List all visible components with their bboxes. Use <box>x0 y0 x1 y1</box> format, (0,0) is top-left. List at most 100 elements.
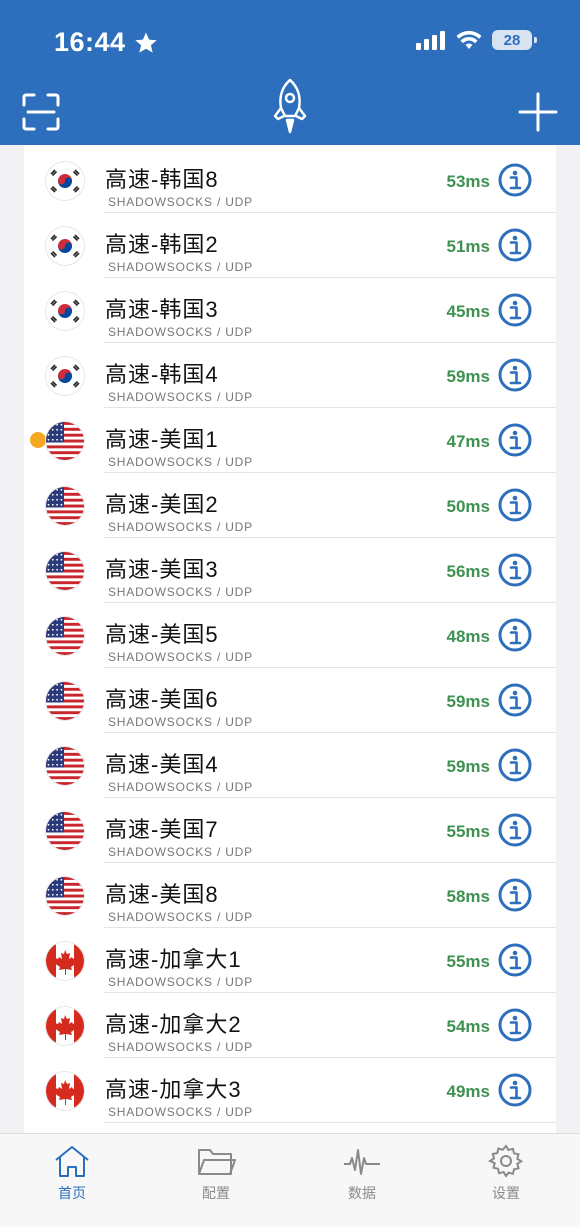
info-icon <box>498 423 532 457</box>
activity-icon <box>344 1149 380 1175</box>
wifi-icon <box>456 30 482 49</box>
server-latency: 47ms <box>446 432 490 451</box>
tab-settings[interactable]: 设置 <box>466 1144 546 1203</box>
server-name: 高速-美国5 <box>105 622 219 647</box>
server-latency: 53ms <box>446 172 490 191</box>
tab-config[interactable]: 配置 <box>176 1144 256 1203</box>
plus-icon[interactable] <box>518 92 558 137</box>
scan-icon[interactable] <box>22 93 60 136</box>
info-button[interactable] <box>498 423 532 457</box>
tab-bar: 首页 配置 数据 设置 <box>0 1133 580 1227</box>
flag-us-icon <box>46 682 84 720</box>
battery-indicator: 28 <box>492 30 537 50</box>
flag-us-icon <box>46 487 84 525</box>
flag-us-icon <box>46 552 84 590</box>
tab-home[interactable]: 首页 <box>32 1144 112 1203</box>
server-row[interactable]: 高速-美国3 SHADOWSOCKS / UDP 56ms <box>24 538 556 603</box>
server-list: 高速-韩国8 SHADOWSOCKS / UDP 53ms 高速-韩国2 SHA… <box>24 145 556 1133</box>
info-button[interactable] <box>498 293 532 327</box>
server-row[interactable]: 高速-美国6 SHADOWSOCKS / UDP 59ms <box>24 668 556 733</box>
app-header: 16:44 28 <box>0 0 580 145</box>
server-row[interactable]: 高速-美国2 SHADOWSOCKS / UDP 50ms <box>24 473 556 538</box>
info-button[interactable] <box>498 1008 532 1042</box>
flag-kr-icon <box>46 227 84 265</box>
info-button[interactable] <box>498 358 532 392</box>
flag-us-icon <box>46 422 84 460</box>
info-button[interactable] <box>498 553 532 587</box>
server-name: 高速-美国1 <box>105 427 219 452</box>
server-protocol: SHADOWSOCKS / UDP <box>108 520 253 534</box>
info-icon <box>498 878 532 912</box>
flag-kr-icon <box>46 357 84 395</box>
server-row[interactable]: 高速-加拿大3 SHADOWSOCKS / UDP 49ms <box>24 1058 556 1123</box>
server-name: 高速-美国6 <box>105 687 219 712</box>
server-name: 高速-美国4 <box>105 752 219 777</box>
server-row[interactable]: 高速-美国5 SHADOWSOCKS / UDP 48ms <box>24 603 556 668</box>
server-protocol: SHADOWSOCKS / UDP <box>108 390 253 404</box>
server-protocol: SHADOWSOCKS / UDP <box>108 195 253 209</box>
info-button[interactable] <box>498 488 532 522</box>
server-row[interactable]: 高速-美国8 SHADOWSOCKS / UDP 58ms <box>24 863 556 928</box>
info-icon <box>498 943 532 977</box>
gear-icon <box>487 1144 524 1178</box>
server-name: 高速-韩国3 <box>105 297 219 322</box>
server-protocol: SHADOWSOCKS / UDP <box>108 975 253 989</box>
server-row[interactable]: 高速-韩国3 SHADOWSOCKS / UDP 45ms <box>24 278 556 343</box>
server-latency: 56ms <box>446 562 490 581</box>
server-name: 高速-韩国2 <box>105 232 219 257</box>
status-bar-time: 16:44 <box>54 27 158 58</box>
server-protocol: SHADOWSOCKS / UDP <box>108 780 253 794</box>
star-icon <box>134 32 157 53</box>
flag-ca-icon <box>46 1072 84 1110</box>
server-protocol: SHADOWSOCKS / UDP <box>108 260 253 274</box>
server-latency: 48ms <box>446 627 490 646</box>
server-row[interactable]: 高速-韩国4 SHADOWSOCKS / UDP 59ms <box>24 343 556 408</box>
server-row[interactable]: 高速-加拿大2 SHADOWSOCKS / UDP 54ms <box>24 993 556 1058</box>
server-name: 高速-韩国4 <box>105 362 219 387</box>
info-button[interactable] <box>498 618 532 652</box>
info-button[interactable] <box>498 748 532 782</box>
server-name: 高速-韩国8 <box>105 167 219 192</box>
flag-ca-icon <box>46 1007 84 1045</box>
server-row[interactable]: 高速-韩国2 SHADOWSOCKS / UDP 51ms <box>24 213 556 278</box>
cellular-signal-icon <box>416 31 445 50</box>
info-button[interactable] <box>498 163 532 197</box>
flag-us-icon <box>46 617 84 655</box>
info-icon <box>498 358 532 392</box>
info-icon <box>498 228 532 262</box>
server-protocol: SHADOWSOCKS / UDP <box>108 1105 253 1119</box>
folder-icon <box>198 1149 236 1175</box>
server-protocol: SHADOWSOCKS / UDP <box>108 1040 253 1054</box>
server-name: 高速-美国2 <box>105 492 219 517</box>
server-protocol: SHADOWSOCKS / UDP <box>108 650 253 664</box>
server-row[interactable]: 高速-美国7 SHADOWSOCKS / UDP 55ms <box>24 798 556 863</box>
server-latency: 54ms <box>446 1017 490 1036</box>
server-protocol: SHADOWSOCKS / UDP <box>108 910 253 924</box>
info-button[interactable] <box>498 943 532 977</box>
flag-ca-icon <box>46 942 84 980</box>
server-latency: 55ms <box>446 822 490 841</box>
server-row[interactable]: 高速-美国1 SHADOWSOCKS / UDP 47ms <box>24 408 556 473</box>
server-latency: 59ms <box>446 757 490 776</box>
info-icon <box>498 618 532 652</box>
server-latency: 55ms <box>446 952 490 971</box>
server-protocol: SHADOWSOCKS / UDP <box>108 455 253 469</box>
server-protocol: SHADOWSOCKS / UDP <box>108 715 253 729</box>
server-name: 高速-美国3 <box>105 557 219 582</box>
server-row[interactable]: 高速-韩国8 SHADOWSOCKS / UDP 53ms <box>24 148 556 213</box>
row-divider <box>104 1122 556 1123</box>
server-row[interactable]: 高速-美国4 SHADOWSOCKS / UDP 59ms <box>24 733 556 798</box>
info-icon <box>498 1008 532 1042</box>
server-latency: 50ms <box>446 497 490 516</box>
server-row[interactable]: 高速-加拿大1 SHADOWSOCKS / UDP 55ms <box>24 928 556 993</box>
tab-data[interactable]: 数据 <box>322 1144 402 1203</box>
info-button[interactable] <box>498 228 532 262</box>
server-name: 高速-美国7 <box>105 817 219 842</box>
info-button[interactable] <box>498 878 532 912</box>
flag-us-icon <box>46 812 84 850</box>
info-button[interactable] <box>498 1073 532 1107</box>
info-button[interactable] <box>498 813 532 847</box>
flag-us-icon <box>46 877 84 915</box>
info-icon <box>498 1073 532 1107</box>
info-button[interactable] <box>498 683 532 717</box>
